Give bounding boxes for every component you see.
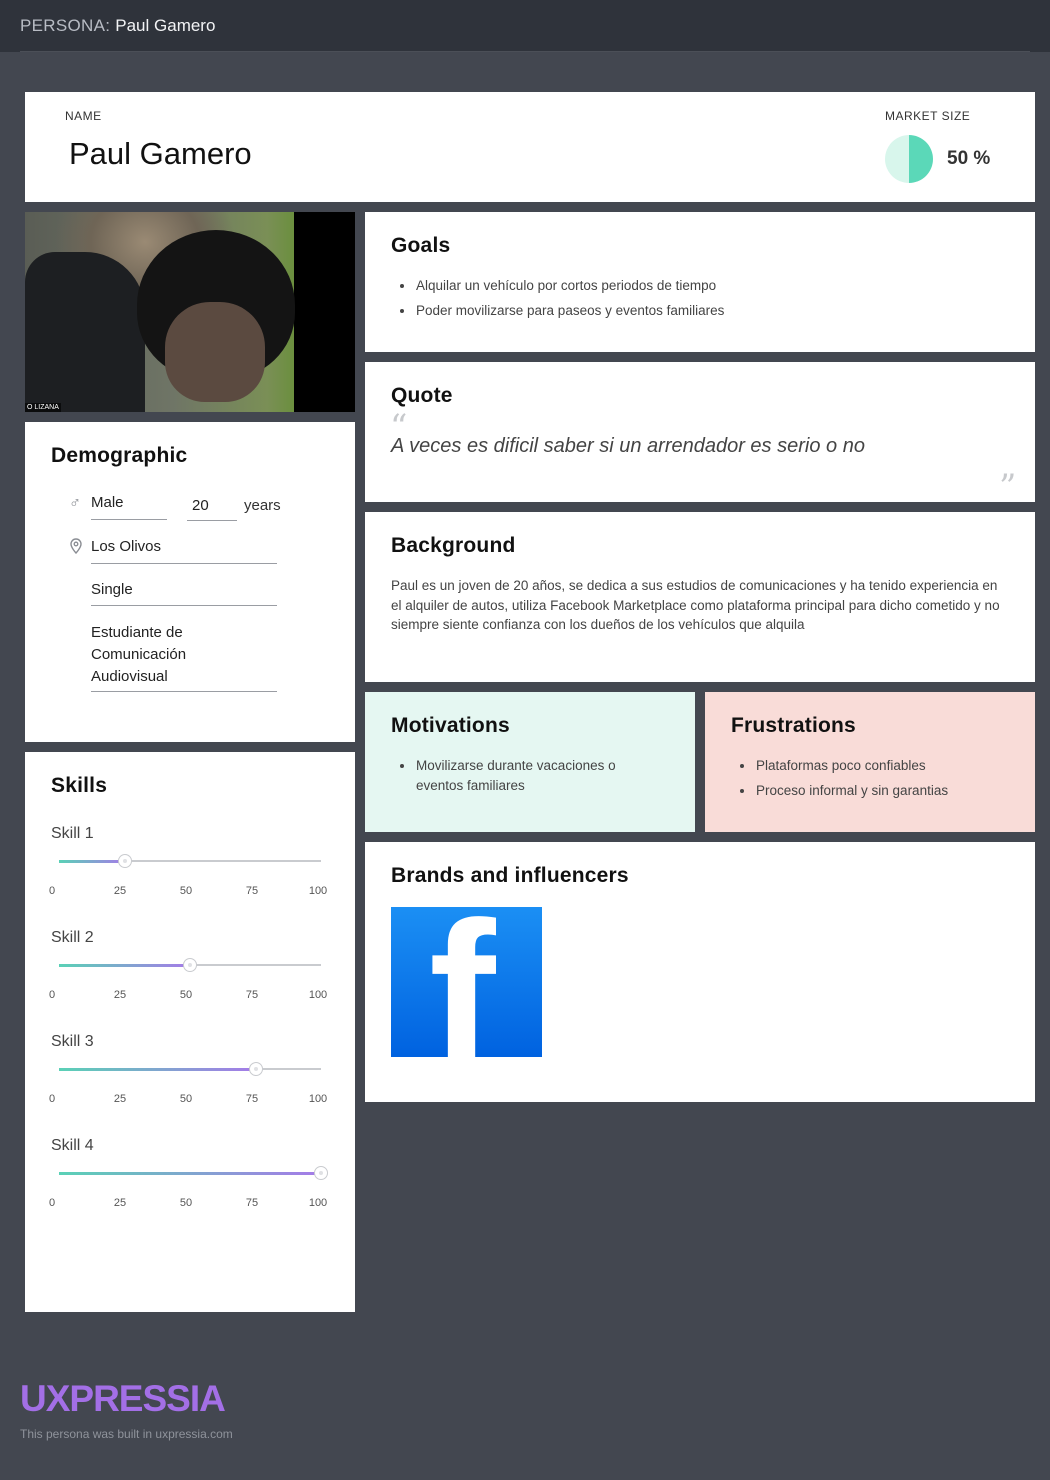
goals-card: Goals Alquilar un vehículo por cortos pe… (365, 212, 1035, 352)
brands-card: Brands and influencers f (365, 842, 1035, 1102)
motivations-card: Motivations Movilizarse durante vacacion… (365, 692, 695, 832)
marital-status-field[interactable]: Single (91, 581, 277, 606)
frustrations-list: Plataformas poco confiables Proceso info… (731, 756, 1021, 806)
background-card: Background Paul es un joven de 20 años, … (365, 512, 1035, 682)
age-unit: years (244, 497, 281, 514)
skill-slider-track[interactable] (59, 1062, 321, 1076)
list-item[interactable]: Poder movilizarse para paseos y eventos … (391, 301, 1011, 321)
gender-field[interactable]: Male (91, 494, 167, 520)
occupation-line: Audiovisual (91, 668, 168, 685)
skills-card: Skills Skill 1 0 25 50 75 100 Skill 2 0 25 50 75 10… (25, 752, 355, 1312)
list-item[interactable]: Alquilar un vehículo por cortos periodos… (391, 276, 1011, 296)
skill-slider-track[interactable] (59, 958, 321, 972)
occupation-line: Estudiante de (91, 624, 183, 641)
persona-name-field[interactable]: Paul Gamero (69, 136, 252, 172)
skill-tick-label: 75 (245, 1093, 259, 1105)
skill-tick-label: 50 (179, 1093, 193, 1105)
skill-slider-track[interactable] (59, 854, 321, 868)
skill-tick-label: 0 (48, 1197, 56, 1209)
skill-name: Skill 4 (51, 1137, 94, 1154)
background-title: Background (391, 534, 516, 557)
list-item[interactable]: Proceso informal y sin garantias (731, 781, 1021, 801)
quote-title: Quote (391, 384, 453, 407)
skill-tick-label: 25 (113, 1197, 127, 1209)
skill-tick-label: 100 (308, 885, 328, 897)
skill-slider-fill (59, 963, 190, 967)
occupation-line: Comunicación (91, 646, 187, 663)
photo-caption: O LIZANA (25, 403, 61, 412)
skill-name: Skill 1 (51, 825, 94, 842)
top-bar: PERSONA: Paul Gamero (0, 0, 1050, 52)
quote-text[interactable]: A veces es dificil saber si un arrendado… (391, 435, 865, 458)
skill-slider-handle[interactable] (314, 1166, 328, 1180)
skill-slider-handle[interactable] (183, 958, 197, 972)
skill-slider-track[interactable] (59, 1166, 328, 1180)
footer-note: This persona was built in uxpressia.com (20, 1427, 233, 1441)
market-size-pie-chart[interactable] (885, 135, 933, 183)
skill-name: Skill 2 (51, 929, 94, 946)
skill-name: Skill 3 (51, 1033, 94, 1050)
skill-tick-label: 50 (179, 989, 193, 1001)
skill-slider-fill (59, 1171, 321, 1175)
photo-chair (25, 252, 145, 412)
brands-title: Brands and influencers (391, 864, 629, 887)
facebook-logo-icon[interactable]: f (391, 907, 542, 1057)
goals-title: Goals (391, 234, 451, 257)
skill-tick-label: 100 (308, 1197, 328, 1209)
market-size-value[interactable]: 50 % (947, 148, 990, 170)
frustrations-card: Frustrations Plataformas poco confiables… (705, 692, 1035, 832)
persona-header-card: NAME Paul Gamero MARKET SIZE 50 % (25, 92, 1035, 202)
frustrations-title: Frustrations (731, 714, 856, 737)
persona-name: Paul Gamero (115, 15, 216, 35)
skill-tick-label: 50 (179, 1197, 193, 1209)
occupation-field[interactable]: Estudiante de Comunicación Audiovisual (91, 622, 277, 692)
skill-slider-row: Skill 2 0 25 50 75 100 (25, 929, 355, 1029)
skill-tick-label: 0 (48, 1093, 56, 1105)
skill-tick-label: 25 (113, 989, 127, 1001)
skill-tick-label: 100 (308, 1093, 328, 1105)
location-pin-icon (70, 538, 82, 555)
skills-title: Skills (51, 774, 108, 797)
name-label: NAME (65, 109, 102, 123)
skill-tick-label: 25 (113, 1093, 127, 1105)
skill-tick-label: 75 (245, 1197, 259, 1209)
skill-slider-row: Skill 3 0 25 50 75 100 (25, 1033, 355, 1133)
uxpressia-logo[interactable]: UXPRESSIA (20, 1378, 226, 1420)
skill-tick-label: 25 (113, 885, 127, 897)
quote-card: Quote “ A veces es dificil saber si un a… (365, 362, 1035, 507)
demographic-card: Demographic ♂ Male 20 years Los Olivos S… (25, 422, 355, 742)
top-bar-inner: PERSONA: Paul Gamero (20, 0, 1030, 52)
skill-tick-label: 0 (48, 885, 56, 897)
goals-list: Alquilar un vehículo por cortos periodos… (391, 276, 1011, 326)
skill-tick-label: 75 (245, 885, 259, 897)
motivations-list: Movilizarse durante vacaciones o eventos… (391, 756, 661, 801)
skill-slider-handle[interactable] (248, 1062, 263, 1076)
background-text[interactable]: Paul es un joven de 20 años, se dedica a… (391, 576, 1006, 635)
age-field[interactable]: 20 (187, 497, 237, 521)
motivations-title: Motivations (391, 714, 510, 737)
male-icon: ♂ (69, 495, 81, 512)
close-quote-icon: ” (999, 467, 1017, 507)
location-field[interactable]: Los Olivos (91, 538, 277, 564)
persona-photo[interactable]: O LIZANA (25, 212, 355, 412)
market-size-label: MARKET SIZE (885, 109, 971, 123)
photo-face (165, 302, 265, 402)
list-item[interactable]: Plataformas poco confiables (731, 756, 1021, 776)
list-item[interactable]: Movilizarse durante vacaciones o eventos… (391, 756, 661, 796)
facebook-logo-letter: f (429, 907, 496, 1057)
skill-tick-label: 0 (48, 989, 56, 1001)
skill-slider-row: Skill 4 0 25 50 75 100 (25, 1137, 355, 1237)
skill-slider-handle[interactable] (117, 854, 132, 868)
skill-tick-label: 50 (179, 885, 193, 897)
skill-slider-row: Skill 1 0 25 50 75 100 (25, 825, 355, 925)
skill-tick-label: 75 (245, 989, 259, 1001)
demographic-title: Demographic (51, 444, 188, 467)
skill-tick-label: 100 (308, 989, 328, 1001)
skill-slider-fill (59, 859, 125, 863)
skill-slider-fill (59, 1067, 256, 1071)
persona-label: PERSONA: (20, 15, 111, 35)
